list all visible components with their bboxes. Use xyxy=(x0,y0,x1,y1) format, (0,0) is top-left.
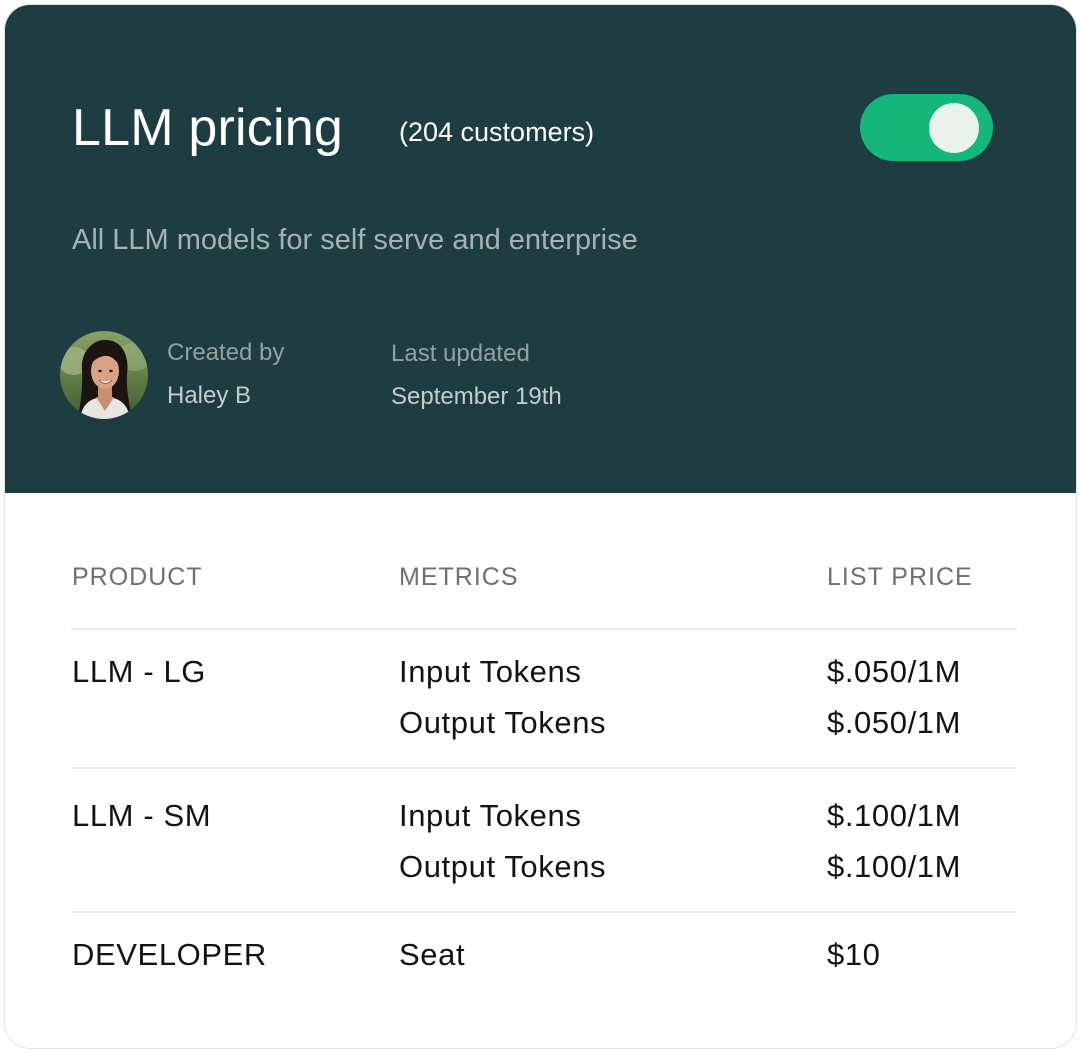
toggle-knob xyxy=(929,103,979,153)
metric-cell: Input Tokens xyxy=(399,798,582,833)
created-by-value: Haley B xyxy=(167,382,252,409)
avatar xyxy=(60,331,148,419)
product-cell: LLM - LG xyxy=(72,654,207,689)
metric-cell: Output Tokens xyxy=(399,705,607,740)
customer-count: (204 customers) xyxy=(399,117,595,147)
price-cell: $.100/1M xyxy=(827,849,962,884)
pricing-toggle[interactable] xyxy=(860,94,993,161)
metric-cell: Seat xyxy=(399,937,466,972)
last-updated-label: Last updated xyxy=(391,340,530,367)
price-cell: $.050/1M xyxy=(827,654,962,689)
card-header: LLM pricing (204 customers) All LLM mode… xyxy=(5,5,1076,493)
price-cell: $10 xyxy=(827,937,881,972)
pricing-card: LLM pricing (204 customers) All LLM mode… xyxy=(4,4,1077,1049)
metric-cell: Input Tokens xyxy=(399,654,582,689)
price-cell: $.050/1M xyxy=(827,705,962,740)
column-header-product: PRODUCT xyxy=(72,563,203,591)
column-header-metrics: METRICS xyxy=(399,563,519,591)
table-divider xyxy=(71,911,1017,913)
price-cell: $.100/1M xyxy=(827,798,962,833)
last-updated-value: September 19th xyxy=(391,383,562,410)
table-divider xyxy=(71,628,1017,630)
table-divider xyxy=(71,767,1017,769)
column-header-list-price: LIST PRICE xyxy=(827,563,973,591)
avatar-image xyxy=(60,331,148,419)
page-subtitle: All LLM models for self serve and enterp… xyxy=(72,224,638,256)
product-cell: LLM - SM xyxy=(72,798,212,833)
created-by-label: Created by xyxy=(167,339,285,366)
product-cell: DEVELOPER xyxy=(72,937,267,972)
metric-cell: Output Tokens xyxy=(399,849,607,884)
page-title: LLM pricing xyxy=(72,99,343,157)
